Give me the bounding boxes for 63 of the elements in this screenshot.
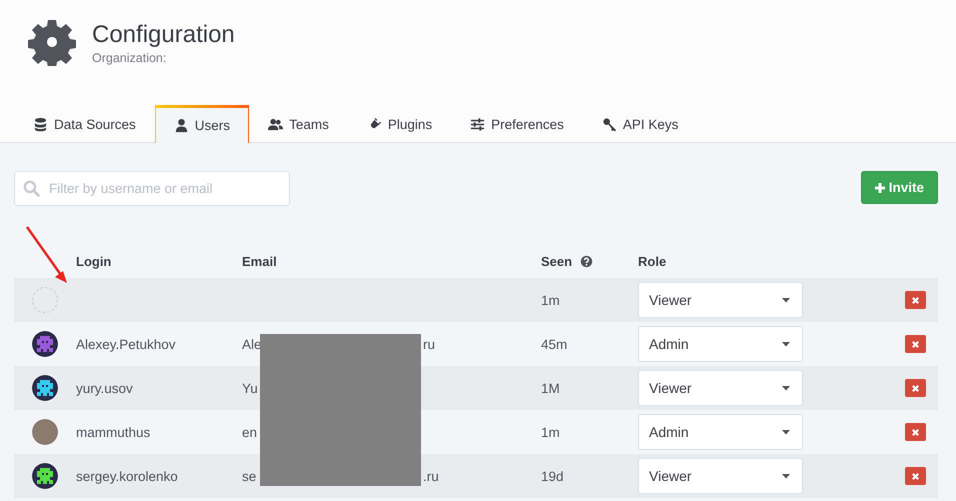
delete-button[interactable] <box>905 291 926 309</box>
caret-icon <box>782 430 790 434</box>
caret-icon <box>782 386 790 390</box>
user-login: yury.usov <box>76 380 133 396</box>
tab[interactable]: Teams <box>249 105 348 143</box>
delete-button[interactable] <box>905 335 926 353</box>
search-field[interactable]: Filter by username or email <box>14 171 290 206</box>
user-email: se <box>242 468 256 484</box>
role-select[interactable]: Viewer <box>638 282 803 318</box>
key-icon <box>602 117 617 132</box>
last-seen: 1m <box>541 424 560 440</box>
gear-icon <box>28 18 76 66</box>
close-icon <box>911 296 920 304</box>
search-icon <box>23 180 40 197</box>
avatar-photo <box>32 419 58 445</box>
organization-label: Organization: <box>92 51 168 65</box>
help-icon[interactable] <box>580 254 594 268</box>
avatar-icon <box>32 463 58 489</box>
tab[interactable]: Preferences <box>451 105 583 143</box>
user-login: Alexey.Petukhov <box>76 336 176 352</box>
last-seen: 1m <box>541 292 560 308</box>
database-icon <box>33 117 48 132</box>
tab[interactable]: Users <box>154 105 250 143</box>
close-icon <box>911 340 920 348</box>
user-login: sergey.korolenko <box>76 468 178 484</box>
user-email: Ale <box>242 336 262 352</box>
delete-button[interactable] <box>905 423 926 441</box>
caret-icon <box>782 342 790 346</box>
tab[interactable]: Data Sources <box>14 105 155 143</box>
caret-icon <box>782 298 790 302</box>
close-icon <box>911 472 920 480</box>
tab[interactable]: Plugins <box>348 105 452 143</box>
role-select[interactable]: Viewer <box>638 458 803 494</box>
close-icon <box>911 428 920 436</box>
caret-icon <box>782 474 790 478</box>
column-header: Seen <box>541 254 572 268</box>
user-icon <box>174 118 189 133</box>
role-select[interactable]: Viewer <box>638 370 803 406</box>
role-select[interactable]: Admin <box>638 326 803 362</box>
user-email: en <box>242 424 258 440</box>
avatar-icon <box>32 331 58 357</box>
plus-icon <box>874 182 885 192</box>
user-email: .ru <box>423 468 439 484</box>
sliders-icon <box>470 117 486 132</box>
user-email: ru <box>423 336 436 352</box>
annotation-arrow <box>25 225 69 285</box>
user-login: mammuthus <box>76 424 150 440</box>
avatar-placeholder <box>32 287 58 313</box>
tab[interactable]: API Keys <box>582 105 698 143</box>
page-title: Configuration <box>92 20 235 50</box>
close-icon <box>911 384 920 392</box>
last-seen: 19d <box>541 468 564 484</box>
column-header: Login <box>76 254 112 268</box>
column-header: Role <box>638 254 666 268</box>
avatar-icon <box>32 375 58 401</box>
delete-button[interactable] <box>905 379 926 397</box>
last-seen: 45m <box>541 336 568 352</box>
user-email: Yu <box>242 380 258 396</box>
users-icon <box>268 117 284 132</box>
column-header: Email <box>242 254 277 268</box>
role-select[interactable]: Admin <box>638 414 803 450</box>
delete-button[interactable] <box>905 467 926 485</box>
last-seen: 1M <box>541 380 560 396</box>
